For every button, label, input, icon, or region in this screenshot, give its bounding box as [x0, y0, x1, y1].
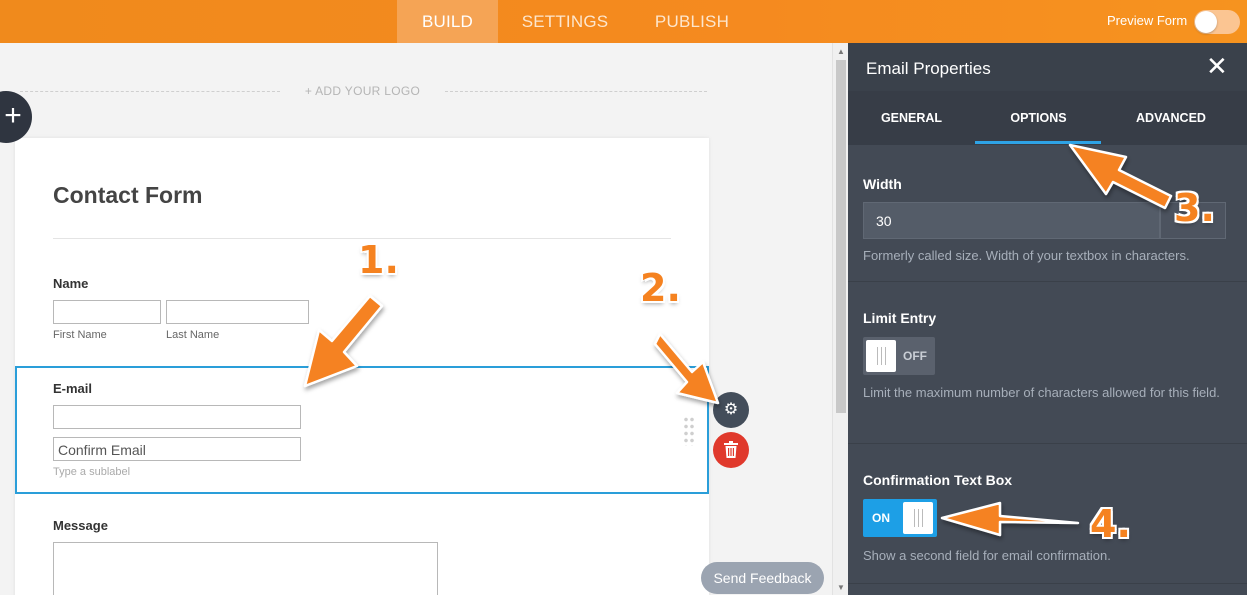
arrow-2-icon [653, 332, 720, 405]
annotation-2: 2. [640, 266, 681, 310]
arrow-4-icon [940, 501, 1080, 537]
arrow-3-icon [1068, 143, 1173, 210]
arrow-1-icon [303, 294, 384, 388]
annotation-3: 3. [1174, 186, 1215, 230]
annotation-4: 4. [1090, 502, 1131, 546]
annotation-1: 1. [358, 238, 399, 282]
annotation-arrows [303, 143, 1173, 537]
